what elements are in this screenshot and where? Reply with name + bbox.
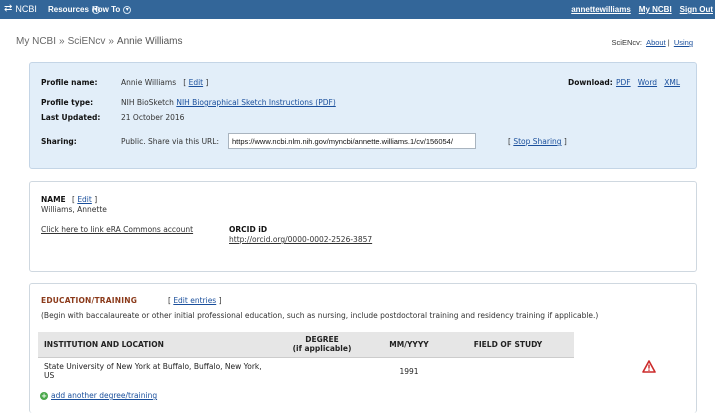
degree-column-header: DEGREE (if applicable): [268, 332, 376, 358]
howto-menu-label: How To: [92, 5, 121, 14]
sharing-text: Public. Share via this URL:: [121, 137, 219, 146]
sciencv-help-links: SciENcv: About | Using: [612, 38, 693, 47]
download-word-link[interactable]: Word: [638, 78, 657, 87]
education-instructions: (Begin with baccalaureate or other initi…: [41, 311, 599, 320]
degree-cell: [268, 357, 376, 389]
last-updated-value: 21 October 2016: [121, 113, 185, 122]
username-link[interactable]: annettewilliams: [571, 5, 631, 14]
sciencv-label: SciENcv:: [611, 38, 642, 47]
sign-out-link[interactable]: Sign Out: [680, 5, 713, 14]
name-value: Williams, Annette: [41, 205, 107, 214]
breadcrumb-separator: »: [108, 36, 114, 47]
table-header-row: INSTITUTION AND LOCATION DEGREE (if appl…: [38, 332, 574, 358]
date-cell: 1991: [399, 366, 419, 376]
profile-name-text: Annie Williams: [121, 78, 177, 87]
profile-type-text: NIH BioSketch: [121, 98, 174, 107]
stop-sharing-link[interactable]: Stop Sharing: [513, 137, 561, 146]
education-table: INSTITUTION AND LOCATION DEGREE (if appl…: [38, 332, 574, 389]
warning-icon[interactable]: [642, 360, 656, 373]
name-panel: NAME [ Edit ] Williams, Annette Click he…: [29, 181, 697, 272]
profile-panel: Profile name: Annie Williams [ Edit ] Pr…: [29, 62, 697, 169]
field-cell: [442, 357, 574, 389]
profile-name-label: Profile name:: [41, 78, 98, 87]
account-links: annettewilliams My NCBI Sign Out: [571, 5, 713, 14]
era-commons-link[interactable]: Click here to link eRA Commons account: [41, 225, 193, 234]
orcid-label: ORCID iD: [229, 225, 268, 234]
breadcrumb-separator: »: [59, 36, 65, 47]
chevron-down-icon: ▾: [123, 5, 132, 14]
stop-sharing-group: [ Stop Sharing ]: [508, 137, 567, 146]
ncbi-top-bar: ⇄ NCBI Resources ▾ How To ▾ annettewilli…: [0, 0, 715, 19]
degree-header-line1: DEGREE: [305, 335, 339, 345]
profile-name-value: Annie Williams [ Edit ]: [121, 78, 209, 87]
institution-column-header: INSTITUTION AND LOCATION: [38, 332, 268, 358]
ncbi-logo-icon: ⇄: [4, 3, 13, 14]
education-section-title: EDUCATION/TRAINING: [41, 296, 138, 305]
breadcrumb-sciencv[interactable]: SciENcv: [68, 36, 106, 47]
download-label: Download:: [568, 78, 613, 87]
degree-header-line2: (if applicable): [292, 344, 352, 354]
institution-cell: State University of New York at Buffalo,…: [44, 361, 262, 380]
breadcrumb: My NCBI» SciENcv» Annie Williams: [16, 36, 183, 47]
add-degree-link[interactable]: add another degree/training: [51, 391, 157, 400]
profile-type-value: NIH BioSketch NIH Biographical Sketch In…: [121, 98, 336, 107]
add-degree-row[interactable]: + add another degree/training: [40, 391, 157, 400]
table-row: State University of New York at Buffalo,…: [38, 357, 574, 389]
my-ncbi-link[interactable]: My NCBI: [639, 5, 672, 14]
name-edit-group: [ Edit ]: [72, 195, 98, 204]
orcid-url-link[interactable]: http://orcid.org/0000-0002-2526-3857: [229, 235, 372, 244]
add-icon: +: [40, 391, 48, 400]
ncbi-logo-text: NCBI: [15, 4, 37, 14]
download-pdf-link[interactable]: PDF: [616, 78, 631, 87]
download-links: PDF Word XML: [616, 78, 680, 87]
profile-type-label: Profile type:: [41, 98, 94, 107]
edit-name-link[interactable]: Edit: [77, 195, 92, 204]
sharing-label: Sharing:: [41, 137, 77, 146]
education-panel: EDUCATION/TRAINING [ Edit entries ] (Beg…: [29, 283, 697, 413]
resources-menu-label: Resources: [48, 5, 89, 14]
ncbi-logo[interactable]: ⇄ NCBI: [4, 3, 37, 15]
share-url-field[interactable]: https://www.ncbi.nlm.nih.gov/myncbi/anne…: [228, 133, 476, 149]
link-separator: |: [667, 38, 670, 47]
edit-entries-link[interactable]: Edit entries: [173, 296, 216, 305]
date-column-header: MM/YYYY: [376, 332, 442, 358]
download-xml-link[interactable]: XML: [664, 78, 680, 87]
breadcrumb-current: Annie Williams: [116, 36, 183, 47]
breadcrumb-my-ncbi[interactable]: My NCBI: [16, 36, 56, 47]
field-column-header: FIELD OF STUDY: [442, 332, 574, 358]
name-section-title: NAME: [41, 195, 66, 204]
edit-profile-name-link[interactable]: Edit: [189, 78, 204, 87]
howto-menu[interactable]: How To ▾: [92, 5, 132, 14]
biosketch-instructions-link[interactable]: NIH Biographical Sketch Instructions (PD…: [176, 98, 335, 107]
about-link[interactable]: About: [646, 38, 666, 47]
using-link[interactable]: Using: [674, 38, 693, 47]
last-updated-label: Last Updated:: [41, 113, 101, 122]
education-edit-group: [ Edit entries ]: [168, 296, 222, 305]
